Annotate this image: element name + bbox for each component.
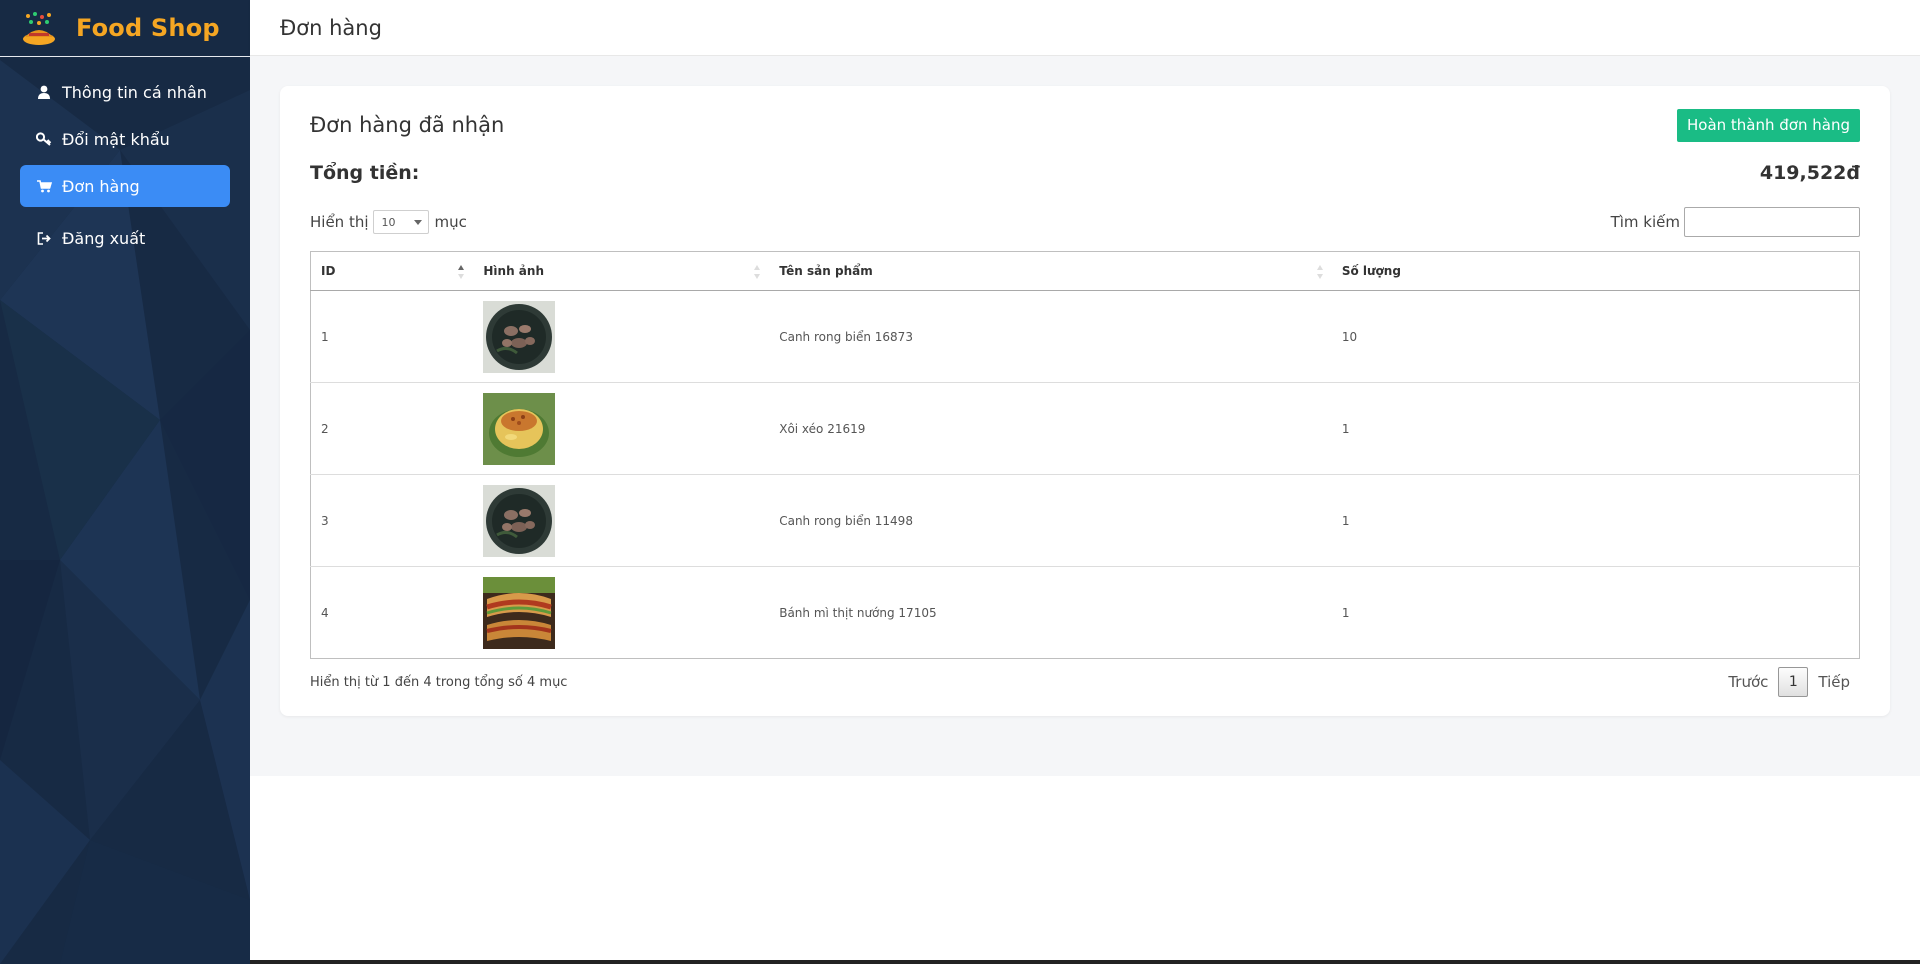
cell-product-name: Xôi xéo 21619 bbox=[769, 382, 1332, 475]
show-label: Hiển thị bbox=[310, 213, 369, 231]
column-header-product-name[interactable]: Tên sản phẩm bbox=[769, 251, 1332, 291]
orders-card: Đơn hàng đã nhận Hoàn thành đơn hàng Tổn… bbox=[280, 86, 1890, 716]
cell-product-name: Canh rong biển 16873 bbox=[779, 329, 913, 344]
search-label: Tìm kiếm bbox=[1610, 213, 1680, 231]
sidebar-item-label: Đổi mật khẩu bbox=[62, 129, 170, 149]
previous-page-link[interactable]: Trước bbox=[1718, 673, 1778, 691]
sort-icon bbox=[1316, 265, 1323, 279]
cell-image bbox=[473, 382, 770, 475]
page-title: Đơn hàng bbox=[280, 15, 382, 40]
search-control: Tìm kiếm bbox=[1611, 207, 1860, 237]
cell-quantity: 1 bbox=[1331, 474, 1860, 567]
cell-image bbox=[473, 474, 770, 567]
total-value: 419,522đ bbox=[1759, 162, 1860, 184]
entries-label: mục bbox=[434, 213, 467, 231]
column-header-quantity[interactable]: Số lượng bbox=[1331, 251, 1860, 291]
cell-id: 1 bbox=[321, 329, 329, 344]
cell-id: 4 bbox=[310, 566, 474, 659]
table-row: 4 Bánh mì thịt nướng 17105 1 bbox=[310, 566, 1860, 659]
card-title: Đơn hàng đã nhận bbox=[310, 113, 505, 137]
table-row: 3 Canh rong biển 11498 1 bbox=[310, 474, 1860, 567]
next-page-link[interactable]: Tiếp bbox=[1808, 673, 1860, 691]
cell-product-name: Bánh mì thịt nướng 17105 bbox=[769, 566, 1332, 659]
cell-product-name: Canh rong biển 11498 bbox=[769, 474, 1332, 567]
page-length-value: 10 bbox=[381, 215, 396, 229]
column-header-image[interactable]: Hình ảnh bbox=[473, 251, 770, 291]
orders-table: ID Hình ảnh Tên sản phẩm Số lượng 1 Canh… bbox=[310, 251, 1860, 659]
sidebar-item-logout[interactable]: Đăng xuất bbox=[20, 217, 230, 259]
cell-quantity: 1 bbox=[1331, 382, 1860, 475]
chevron-down-icon bbox=[413, 219, 422, 225]
main-content: Đơn hàng đã nhận Hoàn thành đơn hàng Tổn… bbox=[250, 56, 1920, 776]
top-bar: Đơn hàng bbox=[250, 0, 1920, 56]
table-row: 1 Canh rong biển 16873 10 bbox=[311, 291, 1860, 383]
sidebar-item-orders[interactable]: Đơn hàng bbox=[20, 165, 230, 207]
card-header: Đơn hàng đã nhận Hoàn thành đơn hàng bbox=[310, 108, 1860, 142]
key-icon bbox=[34, 129, 54, 149]
cell-quantity: 10 bbox=[1341, 329, 1358, 344]
sort-ascending-icon bbox=[458, 265, 465, 279]
logout-icon bbox=[34, 228, 54, 248]
total-label: Tổng tiền: bbox=[310, 162, 420, 184]
sidebar-item-label: Đăng xuất bbox=[62, 228, 146, 248]
sidebar: Food Shop Thông tin cá nhân Đổi mật khẩu… bbox=[0, 0, 250, 964]
sidebar-item-label: Thông tin cá nhân bbox=[62, 82, 207, 102]
cell-id: 2 bbox=[310, 382, 474, 475]
banh-mi-photo bbox=[483, 576, 556, 649]
sidebar-item-change-password[interactable]: Đổi mật khẩu bbox=[20, 118, 230, 160]
cart-icon bbox=[34, 176, 54, 196]
table-controls: Hiển thị 10 mục Tìm kiếm bbox=[310, 206, 1860, 238]
window-bottom-edge bbox=[250, 960, 1920, 964]
table-footer: Hiển thị từ 1 đến 4 trong tổng số 4 mục … bbox=[310, 666, 1860, 698]
pagination: Trước 1 Tiếp bbox=[1718, 667, 1860, 697]
column-header-id[interactable]: ID bbox=[310, 251, 474, 291]
table-info: Hiển thị từ 1 đến 4 trong tổng số 4 mục bbox=[310, 674, 568, 690]
sort-icon bbox=[754, 265, 761, 279]
table-row: 2 Xôi xéo 21619 1 bbox=[310, 382, 1860, 475]
seaweed-soup-photo bbox=[483, 484, 556, 557]
brand[interactable]: Food Shop bbox=[0, 0, 250, 57]
food-shop-logo-icon bbox=[23, 12, 55, 45]
user-icon bbox=[34, 82, 54, 102]
cell-image bbox=[473, 566, 770, 659]
cell-quantity: 1 bbox=[1331, 566, 1860, 659]
page-length-select[interactable]: 10 bbox=[372, 210, 429, 234]
search-input[interactable] bbox=[1684, 207, 1860, 237]
table-header-row: ID Hình ảnh Tên sản phẩm Số lượng bbox=[310, 251, 1860, 291]
page-length-control: Hiển thị 10 mục bbox=[310, 210, 467, 234]
sidebar-item-profile[interactable]: Thông tin cá nhân bbox=[20, 71, 230, 113]
cell-id: 3 bbox=[310, 474, 474, 567]
seaweed-soup-photo bbox=[483, 300, 556, 373]
complete-order-button[interactable]: Hoàn thành đơn hàng bbox=[1677, 108, 1860, 142]
page-1-button[interactable]: 1 bbox=[1778, 667, 1809, 697]
cell-image bbox=[473, 291, 769, 383]
total-row: Tổng tiền: 419,522đ bbox=[310, 158, 1860, 188]
sidebar-item-label: Đơn hàng bbox=[62, 176, 140, 196]
brand-name: Food Shop bbox=[76, 14, 220, 42]
xoi-xeo-photo bbox=[483, 392, 556, 465]
sidebar-menu: Thông tin cá nhân Đổi mật khẩu Đơn hàng … bbox=[0, 57, 250, 259]
